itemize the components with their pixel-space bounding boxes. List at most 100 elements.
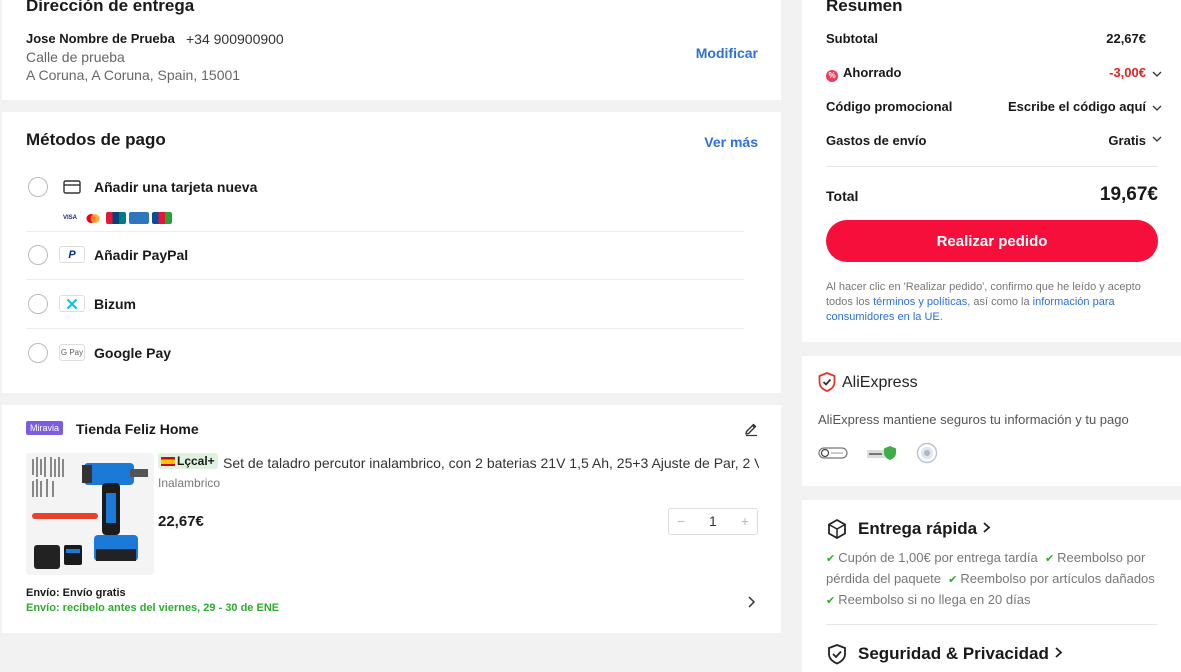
privacy-seal-icon (916, 442, 938, 469)
legal-notice: Al hacer clic en 'Realizar pedido', conf… (826, 280, 1162, 325)
check-icon: ✔ (826, 595, 836, 607)
payment-option-bizum[interactable]: Bizum (26, 293, 744, 329)
local-plus-badge: Lçcal+ (158, 453, 218, 469)
shipping-method: Envío: Envío gratis (26, 587, 126, 599)
chevron-down-icon[interactable] (1152, 101, 1162, 111)
option-divider (26, 279, 744, 280)
quantity-stepper: − 1 + (668, 508, 758, 535)
recipient-name: Jose Nombre de Prueba (26, 31, 175, 46)
increase-quantity-button[interactable]: + (741, 513, 749, 529)
unionpay-logo (106, 212, 126, 224)
paypal-icon: P (59, 246, 85, 263)
discount-icon: % (826, 70, 838, 82)
total-label: Total (826, 188, 859, 204)
promo-code-row[interactable]: Código promocional Escribe el código aqu… (826, 99, 1162, 119)
bizum-icon (59, 295, 85, 312)
quantity-value[interactable]: 1 (709, 513, 717, 529)
fast-delivery-label: Entrega rápida (858, 519, 978, 538)
check-icon: ✔ (1044, 553, 1055, 565)
promo-code-input[interactable]: Escribe el código aquí (1008, 99, 1146, 114)
chevron-right-icon (1054, 644, 1064, 664)
summary-title: Resumen (826, 0, 903, 15)
security-privacy-label: Seguridad & Privacidad (858, 644, 1049, 663)
google-pay-icon: G Pay (59, 344, 85, 361)
modify-address-link[interactable]: Modificar (696, 45, 758, 61)
benefit-damaged-refund: Reembolso por artículos dañados (960, 571, 1155, 586)
total-value: 19,67€ (1099, 184, 1158, 205)
store-name[interactable]: Tienda Feliz Home (76, 421, 199, 437)
benefit-late-coupon: Cupón de 1,00€ por entrega tardía (838, 550, 1038, 565)
delivery-address-panel: Dirección de entrega Jose Nombre de Prue… (2, 0, 781, 100)
chevron-right-icon[interactable] (747, 595, 757, 609)
store-order-panel: Miravia Tienda Feliz Home Lçcal+ Set de … (2, 405, 781, 633)
aliexpress-security-text: AliExpress mantiene seguros tu informaci… (818, 412, 1129, 427)
payment-radio-bizum[interactable] (28, 294, 48, 314)
product-image[interactable] (26, 453, 154, 575)
decrease-quantity-button[interactable]: − (677, 513, 685, 529)
visa-logo: VISA (62, 215, 77, 221)
edit-icon[interactable] (743, 421, 759, 437)
benefit-not-arrived-refund: Reembolso si no llega en 20 días (838, 592, 1031, 607)
option-divider (26, 231, 744, 232)
payment-label-google-pay: Google Pay (94, 345, 172, 361)
fast-delivery-title[interactable]: Entrega rápida (858, 519, 992, 539)
shield-check-icon (818, 372, 836, 392)
product-variant: Inalambrico (158, 476, 221, 490)
summary-divider (826, 166, 1157, 167)
payment-radio-card[interactable] (28, 177, 48, 197)
delivery-guarantee-panel: Entrega rápida ✔ Cupón de 1,00€ por entre… (802, 500, 1181, 672)
shipping-cost-value: Gratis (1108, 133, 1146, 148)
local-plus-label: Lçcal+ (177, 454, 215, 468)
payment-option-google-pay[interactable]: G Pay Google Pay (26, 342, 744, 372)
security-privacy-title[interactable]: Seguridad & Privacidad (858, 644, 1064, 664)
payment-radio-paypal[interactable] (28, 245, 48, 265)
payment-title: Métodos de pago (26, 130, 166, 149)
payment-label-paypal: Añadir PayPal (94, 247, 189, 263)
saved-value: -3,00€ (1109, 65, 1146, 80)
payment-option-card[interactable]: Añadir una tarjeta nueva VISA (26, 176, 744, 232)
payment-label-bizum: Bizum (94, 296, 136, 312)
payment-methods-panel: Métodos de pago Ver más Añadir una tarje… (2, 112, 781, 393)
product-title[interactable]: Set de taladro percutor inalambrico, con… (223, 455, 759, 471)
check-icon: ✔ (826, 553, 836, 565)
jcb-logo (152, 212, 172, 224)
chevron-right-icon (982, 519, 992, 539)
shield-check-icon (826, 643, 848, 665)
shipping-cost-label: Gastos de envío (826, 133, 927, 148)
subtotal-row: Subtotal 22,67€ (826, 31, 1162, 51)
saved-row[interactable]: % Ahorrado -3,00€ (826, 65, 1162, 85)
amex-logo (129, 212, 149, 224)
order-summary-panel: Resumen Subtotal 22,67€ % Ahorrado -3,00€… (802, 0, 1181, 342)
address-city: A Coruna, A Coruna, Spain, 15001 (26, 67, 241, 83)
option-divider (26, 328, 744, 329)
shipping-cost-row[interactable]: Gastos de envío Gratis (826, 133, 1162, 153)
payment-label-card: Añadir una tarjeta nueva (94, 179, 258, 195)
check-icon: ✔ (948, 574, 958, 586)
mastercard-logo (83, 212, 103, 224)
card-brand-logos: VISA (60, 212, 172, 224)
payment-radio-google-pay[interactable] (28, 343, 48, 363)
chevron-down-icon[interactable] (1152, 132, 1162, 142)
address-title: Dirección de entrega (26, 0, 195, 15)
terms-link[interactable]: términos y políticas (873, 296, 967, 308)
delivery-estimate: Envío: recíbelo antes del viernes, 29 - … (26, 602, 280, 614)
address-street: Calle de prueba (26, 49, 125, 65)
saved-label: Ahorrado (843, 65, 902, 80)
subtotal-value: 22,67€ (1106, 31, 1146, 46)
aliexpress-trust-panel: AliExpress AliExpress mantiene seguros t… (802, 356, 1181, 486)
section-divider (826, 624, 1157, 625)
aliexpress-brand: AliExpress (842, 374, 918, 391)
payment-option-paypal[interactable]: P Añadir PayPal (26, 244, 744, 280)
verified-cert-icon (866, 444, 898, 467)
recipient-phone: +34 900900900 (186, 31, 284, 47)
store-platform-badge: Miravia (26, 421, 64, 435)
security-certifications (818, 442, 938, 469)
delivery-benefits: ✔ Cupón de 1,00€ por entrega tardía ✔ Reem… (826, 548, 1166, 611)
legal-text-2: , así como la (967, 296, 1033, 308)
box-icon (826, 518, 848, 540)
promo-code-label: Código promocional (826, 99, 953, 114)
place-order-button[interactable]: Realizar pedido (826, 220, 1158, 262)
see-more-payment-link[interactable]: Ver más (704, 134, 758, 150)
spain-flag-icon (161, 457, 175, 466)
chevron-down-icon[interactable] (1152, 67, 1162, 77)
